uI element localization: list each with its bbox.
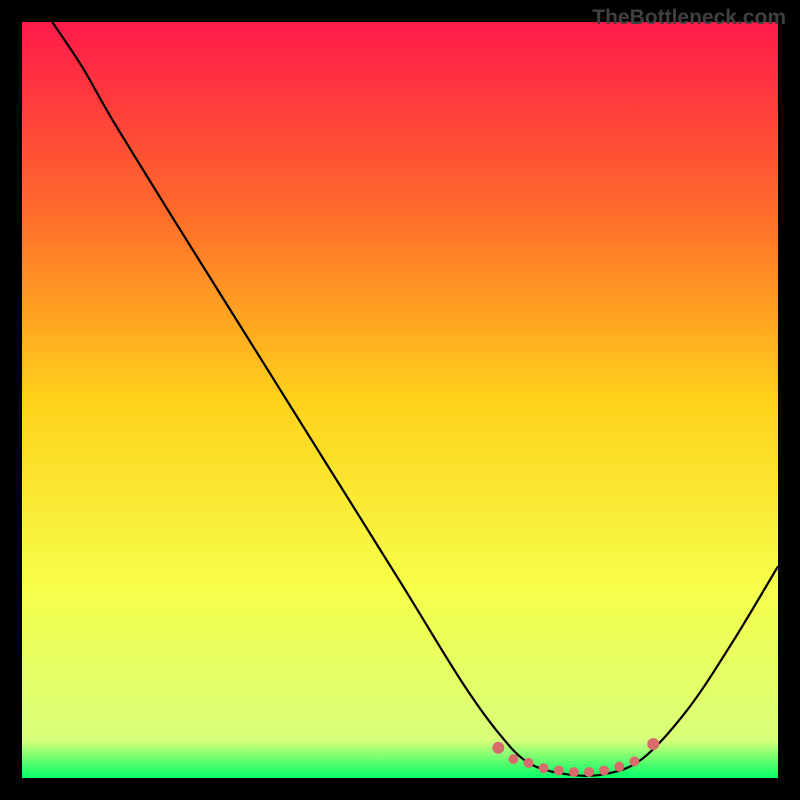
curve-marker: [584, 767, 594, 777]
curve-marker: [629, 756, 639, 766]
curve-marker: [508, 754, 518, 764]
curve-marker: [554, 765, 564, 775]
curve-marker: [614, 762, 624, 772]
chart-plot-area: [22, 22, 778, 778]
chart-background: [22, 22, 778, 778]
curve-marker: [569, 767, 579, 777]
watermark-text: TheBottleneck.com: [592, 6, 786, 30]
chart-svg: [22, 22, 778, 778]
curve-marker: [492, 742, 504, 754]
curve-marker: [539, 763, 549, 773]
curve-marker: [524, 758, 534, 768]
curve-marker: [647, 738, 659, 750]
curve-marker: [599, 765, 609, 775]
